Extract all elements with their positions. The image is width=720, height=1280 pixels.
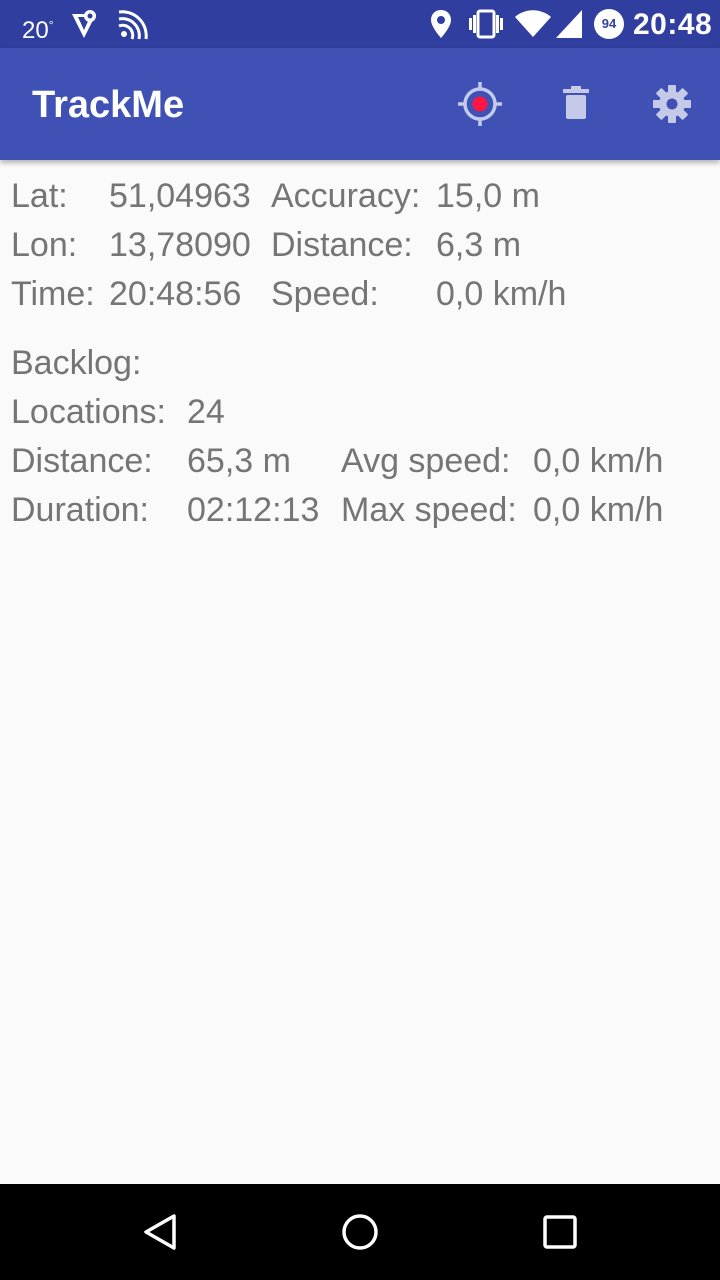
backlog-distance-label: Distance: — [11, 442, 153, 480]
app-bar: TrackMe — [0, 48, 720, 160]
home-icon — [342, 1214, 378, 1250]
maps-navigation-icon — [72, 10, 96, 38]
temperature-indicator: 20° — [22, 12, 54, 44]
temperature-value: 20 — [22, 17, 49, 44]
wifi-icon — [515, 10, 551, 37]
lon-label: Lon: — [11, 226, 78, 264]
app-title: TrackMe — [32, 84, 185, 126]
nfc-signal-icon — [118, 10, 148, 40]
lat-label: Lat: — [11, 177, 68, 215]
avg-speed-label: Avg speed: — [341, 442, 511, 480]
status-bar: 20° 94 20:48 — [0, 0, 720, 48]
gps-fix-button[interactable] — [456, 80, 504, 128]
back-icon — [144, 1214, 176, 1250]
duration-value: 02:12:13 — [187, 491, 320, 529]
locations-label: Locations: — [11, 393, 166, 431]
speed-value: 0,0 km/h — [436, 275, 567, 313]
backlog-distance-value: 65,3 m — [187, 442, 291, 480]
recents-icon — [543, 1215, 577, 1249]
accuracy-value: 15,0 m — [436, 177, 540, 215]
gps-fix-icon — [458, 82, 502, 126]
vibrate-icon — [469, 9, 503, 39]
lat-value: 51,04963 — [109, 177, 251, 215]
avg-speed-value: 0,0 km/h — [533, 442, 664, 480]
time-label: Time: — [11, 275, 95, 313]
settings-button[interactable] — [648, 80, 696, 128]
accuracy-label: Accuracy: — [271, 177, 421, 215]
status-time: 20:48 — [633, 8, 713, 41]
locations-value: 24 — [187, 393, 225, 431]
battery-icon: 94 — [594, 9, 624, 39]
lon-value: 13,78090 — [109, 226, 251, 264]
max-speed-value: 0,0 km/h — [533, 491, 664, 529]
time-value: 20:48:56 — [109, 275, 242, 313]
max-speed-label: Max speed: — [341, 491, 517, 529]
delete-icon — [563, 86, 589, 119]
home-button[interactable] — [340, 1212, 380, 1257]
battery-level: 94 — [601, 16, 617, 31]
speed-label: Speed: — [271, 275, 379, 313]
distance-label: Distance: — [271, 226, 413, 264]
degree-symbol: ° — [48, 18, 54, 32]
recents-button[interactable] — [540, 1212, 580, 1257]
duration-label: Duration: — [11, 491, 149, 529]
backlog-heading: Backlog: — [11, 344, 142, 382]
settings-icon — [653, 85, 691, 123]
navigation-bar — [0, 1184, 720, 1280]
back-button[interactable] — [140, 1212, 180, 1257]
delete-button[interactable] — [552, 80, 600, 128]
cell-signal-icon — [556, 10, 582, 38]
location-pin-icon — [431, 10, 451, 38]
distance-value: 6,3 m — [436, 226, 522, 264]
